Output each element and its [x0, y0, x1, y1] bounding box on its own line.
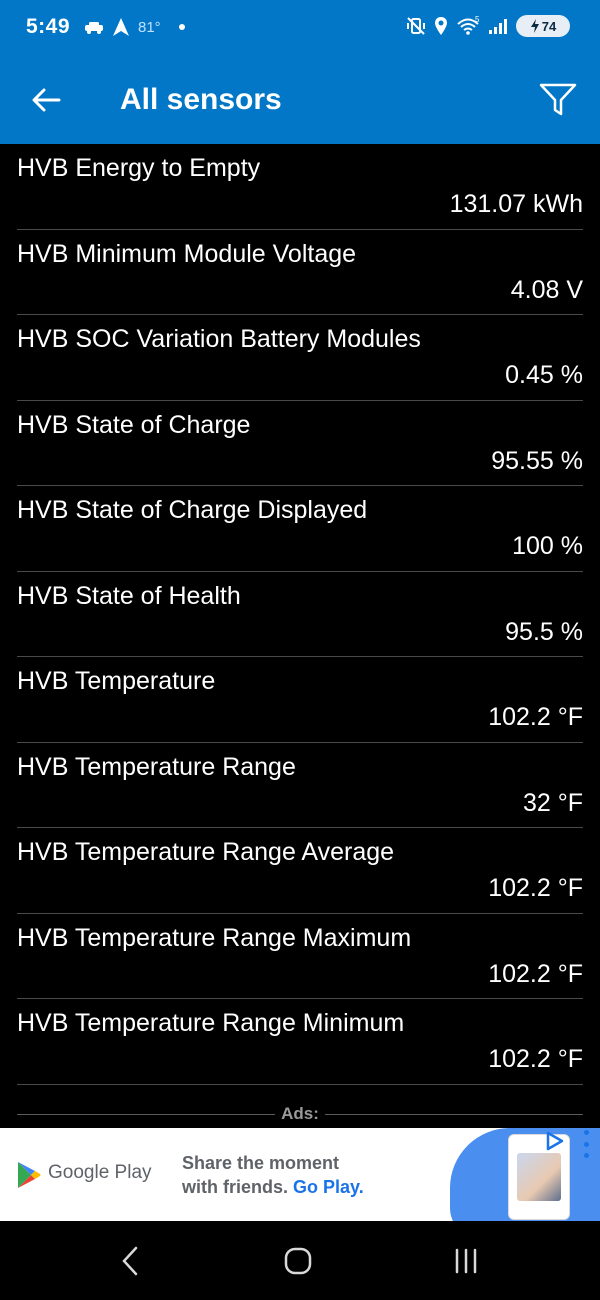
- nav-home-icon: [284, 1247, 312, 1275]
- ads-label: Ads:: [281, 1104, 319, 1123]
- wifi-label: 5: [475, 16, 480, 24]
- ad-headline-link[interactable]: Go Play.: [293, 1177, 364, 1197]
- sensor-row[interactable]: HVB State of Charge Displayed 100 %: [17, 486, 583, 572]
- status-right-icons: 5 74: [406, 15, 570, 37]
- back-button[interactable]: [26, 80, 66, 120]
- sensor-name: HVB Temperature Range Average: [17, 838, 395, 866]
- sensor-row[interactable]: HVB Temperature Range 32 °F: [17, 743, 583, 828]
- divider-line: [17, 1113, 276, 1115]
- google-play-logo-icon: [18, 1162, 41, 1188]
- arrow-left-icon: [32, 88, 61, 112]
- sensor-row[interactable]: HVB Minimum Module Voltage 4.08 V: [17, 230, 583, 315]
- sensor-name: HVB Temperature Range: [17, 752, 296, 781]
- sensor-row[interactable]: HVB Temperature Range Average 102.2 °F: [17, 828, 583, 914]
- sensor-name: HVB State of Charge Displayed: [17, 496, 368, 524]
- ad-headline: Share the moment with friends. Go Play.: [182, 1151, 364, 1199]
- ad-choices-icon[interactable]: [544, 1130, 566, 1152]
- page-title: All sensors: [120, 83, 282, 116]
- wifi-icon: 5: [457, 16, 480, 35]
- sensor-value: 4.08 V: [510, 275, 583, 304]
- sensor-list: HVB Energy to Empty 131.07 kWh HVB Minim…: [0, 144, 600, 1085]
- temperature-text: 81°: [138, 18, 161, 36]
- sensor-value: 131.07 kWh: [449, 190, 583, 218]
- nav-back-icon: [122, 1246, 138, 1276]
- ads-divider: Ads:: [17, 1102, 583, 1126]
- sensor-value: 95.55 %: [491, 446, 583, 475]
- notification-dot-icon: [178, 24, 185, 30]
- sensor-value: 0.45 %: [505, 361, 583, 389]
- location-icon: [435, 17, 447, 35]
- ad-brand: Google Play: [48, 1162, 152, 1183]
- battery-percent: 74: [541, 18, 557, 34]
- sensor-value: 95.5 %: [505, 617, 583, 646]
- sensor-row[interactable]: HVB Energy to Empty 131.07 kWh: [17, 144, 583, 230]
- sensor-value: 102.2 °F: [488, 703, 583, 731]
- sensor-name: HVB Temperature Range Maximum: [17, 923, 412, 952]
- nav-back-button[interactable]: [108, 1241, 152, 1281]
- divider-line: [324, 1113, 583, 1115]
- sensor-name: HVB Energy to Empty: [17, 154, 261, 182]
- sensor-name: HVB SOC Variation Battery Modules: [17, 325, 421, 353]
- sensor-value: 100 %: [512, 532, 583, 560]
- sensor-value: 102.2 °F: [488, 959, 583, 988]
- status-left-icons: 81°: [84, 17, 185, 37]
- nav-home-button[interactable]: [276, 1241, 320, 1281]
- status-bar: 5:49 81° 5 74: [0, 0, 600, 58]
- status-time: 5:49: [26, 15, 71, 38]
- car-icon: [85, 22, 103, 34]
- sensor-row[interactable]: HVB SOC Variation Battery Modules 0.45 %: [17, 315, 583, 401]
- battery-charging-icon: [530, 19, 539, 33]
- sensor-row[interactable]: HVB State of Charge 95.55 %: [17, 401, 583, 486]
- screen: 5:49 81° 5 74 All sensors HVB Energy to …: [0, 0, 600, 1300]
- nav-recents-button[interactable]: [444, 1241, 488, 1281]
- sensor-row[interactable]: HVB Temperature Range Maximum 102.2 °F: [17, 914, 583, 999]
- sensor-value: 32 °F: [522, 788, 583, 817]
- sensor-name: HVB State of Charge: [17, 410, 251, 439]
- battery-indicator: 74: [516, 15, 570, 37]
- ad-headline-plain: with friends.: [182, 1177, 289, 1197]
- ad-photo: [517, 1153, 561, 1201]
- ad-more-icon[interactable]: [582, 1130, 590, 1158]
- filter-button[interactable]: [536, 78, 580, 122]
- system-nav-bar: [0, 1221, 600, 1300]
- filter-icon: [539, 83, 577, 116]
- sensor-name: HVB State of Health: [17, 581, 241, 610]
- sensor-value: 102.2 °F: [488, 1045, 583, 1073]
- ad-headline-line2: with friends. Go Play.: [182, 1175, 364, 1199]
- sensor-row[interactable]: HVB Temperature Range Minimum 102.2 °F: [17, 999, 583, 1085]
- cell-signal-icon: [489, 19, 507, 34]
- ad-banner[interactable]: Google Play Share the moment with friend…: [0, 1128, 600, 1221]
- sensor-row[interactable]: HVB Temperature 102.2 °F: [17, 657, 583, 743]
- nav-recents-icon: [455, 1248, 477, 1274]
- app-bar: All sensors: [0, 58, 600, 144]
- sensor-value: 102.2 °F: [488, 874, 583, 902]
- navigation-arrow-icon: [113, 18, 129, 36]
- sensor-row[interactable]: HVB State of Health 95.5 %: [17, 572, 583, 657]
- sensor-name: HVB Temperature: [17, 667, 216, 695]
- vibrate-mute-icon: [407, 17, 425, 35]
- sensor-name: HVB Minimum Module Voltage: [17, 239, 357, 268]
- sensor-name: HVB Temperature Range Minimum: [17, 1009, 405, 1037]
- ad-headline-line1: Share the moment: [182, 1153, 340, 1173]
